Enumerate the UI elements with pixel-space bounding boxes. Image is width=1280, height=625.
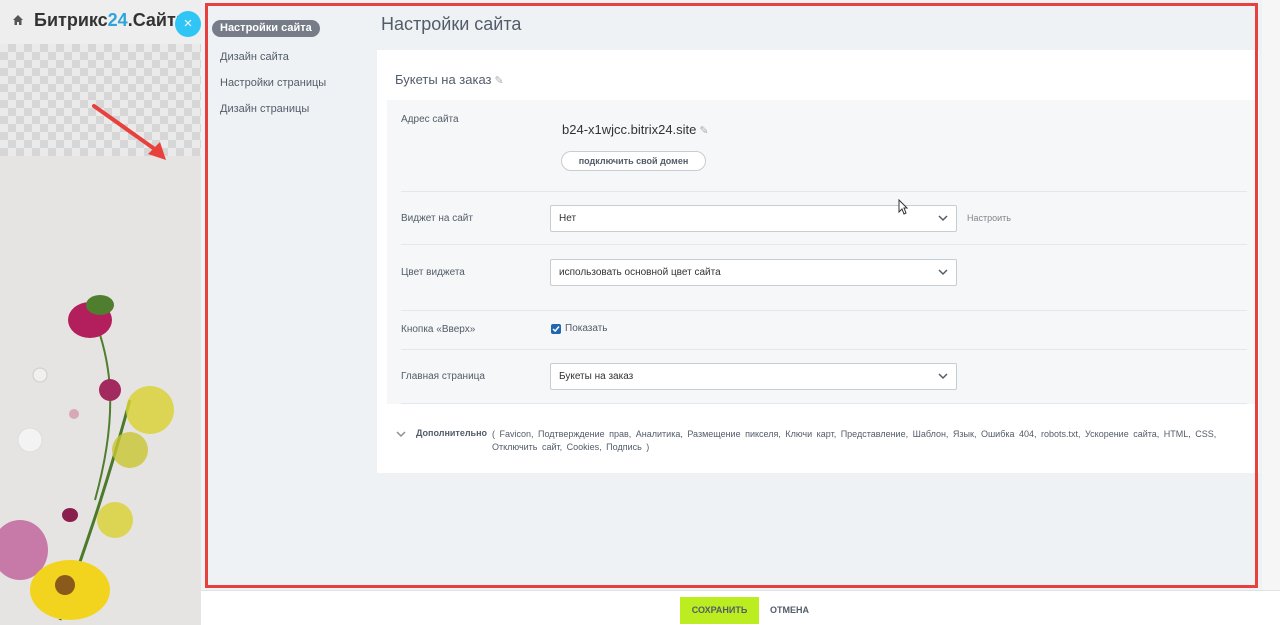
- sidebar-item-page-design[interactable]: Дизайн страницы: [212, 99, 352, 125]
- additional-toggle[interactable]: Дополнительно: [416, 428, 487, 438]
- background-panel: Битрикс24.Сайты: [0, 0, 201, 625]
- widget-color-label: Цвет виджета: [401, 267, 465, 278]
- widget-label: Виджет на сайт: [401, 213, 473, 224]
- close-button[interactable]: ×: [175, 11, 201, 37]
- home-page-select[interactable]: Букеты на заказ: [550, 363, 957, 390]
- check-icon: [552, 326, 560, 333]
- divider: [401, 191, 1247, 192]
- sidebar-item-site-settings[interactable]: Настройки сайта: [212, 20, 320, 37]
- divider: [401, 349, 1247, 350]
- annotation-arrow: [92, 104, 166, 160]
- sidebar-item-page-settings[interactable]: Настройки страницы: [212, 73, 352, 99]
- divider: [401, 403, 1247, 404]
- save-button[interactable]: СОХРАНИТЬ: [680, 597, 759, 624]
- widget-color-select[interactable]: использовать основной цвет сайта: [550, 259, 957, 286]
- configure-widget-link[interactable]: Настроить: [967, 213, 1011, 223]
- divider: [401, 310, 1247, 311]
- up-button-label: Кнопка «Вверх»: [401, 324, 476, 335]
- home-icon[interactable]: [12, 14, 24, 26]
- scrollbar[interactable]: [1262, 0, 1280, 590]
- brand-logo: Битрикс24.Сайты: [34, 10, 192, 30]
- site-name[interactable]: Букеты на заказ ✎: [395, 72, 504, 87]
- address-label: Адрес сайта: [401, 114, 459, 125]
- show-up-button-label[interactable]: Показать: [565, 323, 608, 334]
- sidebar-item-site-design[interactable]: Дизайн сайта: [212, 47, 352, 73]
- connect-domain-button[interactable]: подключить свой домен: [561, 151, 706, 171]
- mouse-cursor-icon: [898, 199, 908, 215]
- widget-select[interactable]: Нет: [550, 205, 957, 232]
- cancel-button[interactable]: ОТМЕНА: [770, 597, 809, 624]
- pencil-icon[interactable]: ✎: [699, 125, 708, 137]
- page-title: Настройки сайта: [381, 14, 522, 34]
- chevron-down-icon: [938, 269, 948, 276]
- settings-sidebar: Настройки сайта Дизайн сайта Настройки с…: [212, 18, 352, 125]
- flowers-image: [0, 295, 174, 621]
- home-page-label: Главная страница: [401, 371, 485, 382]
- pencil-icon[interactable]: ✎: [495, 75, 504, 87]
- chevron-down-icon[interactable]: [396, 429, 406, 439]
- settings-form: [387, 100, 1255, 404]
- site-domain[interactable]: b24-x1wjcc.bitrix24.site ✎: [562, 122, 709, 137]
- divider: [401, 244, 1247, 245]
- additional-items[interactable]: ( Favicon, Подтверждение прав, Аналитика…: [492, 428, 1242, 454]
- chevron-down-icon: [938, 215, 948, 222]
- chevron-down-icon: [938, 373, 948, 380]
- show-up-button-checkbox[interactable]: [551, 324, 561, 334]
